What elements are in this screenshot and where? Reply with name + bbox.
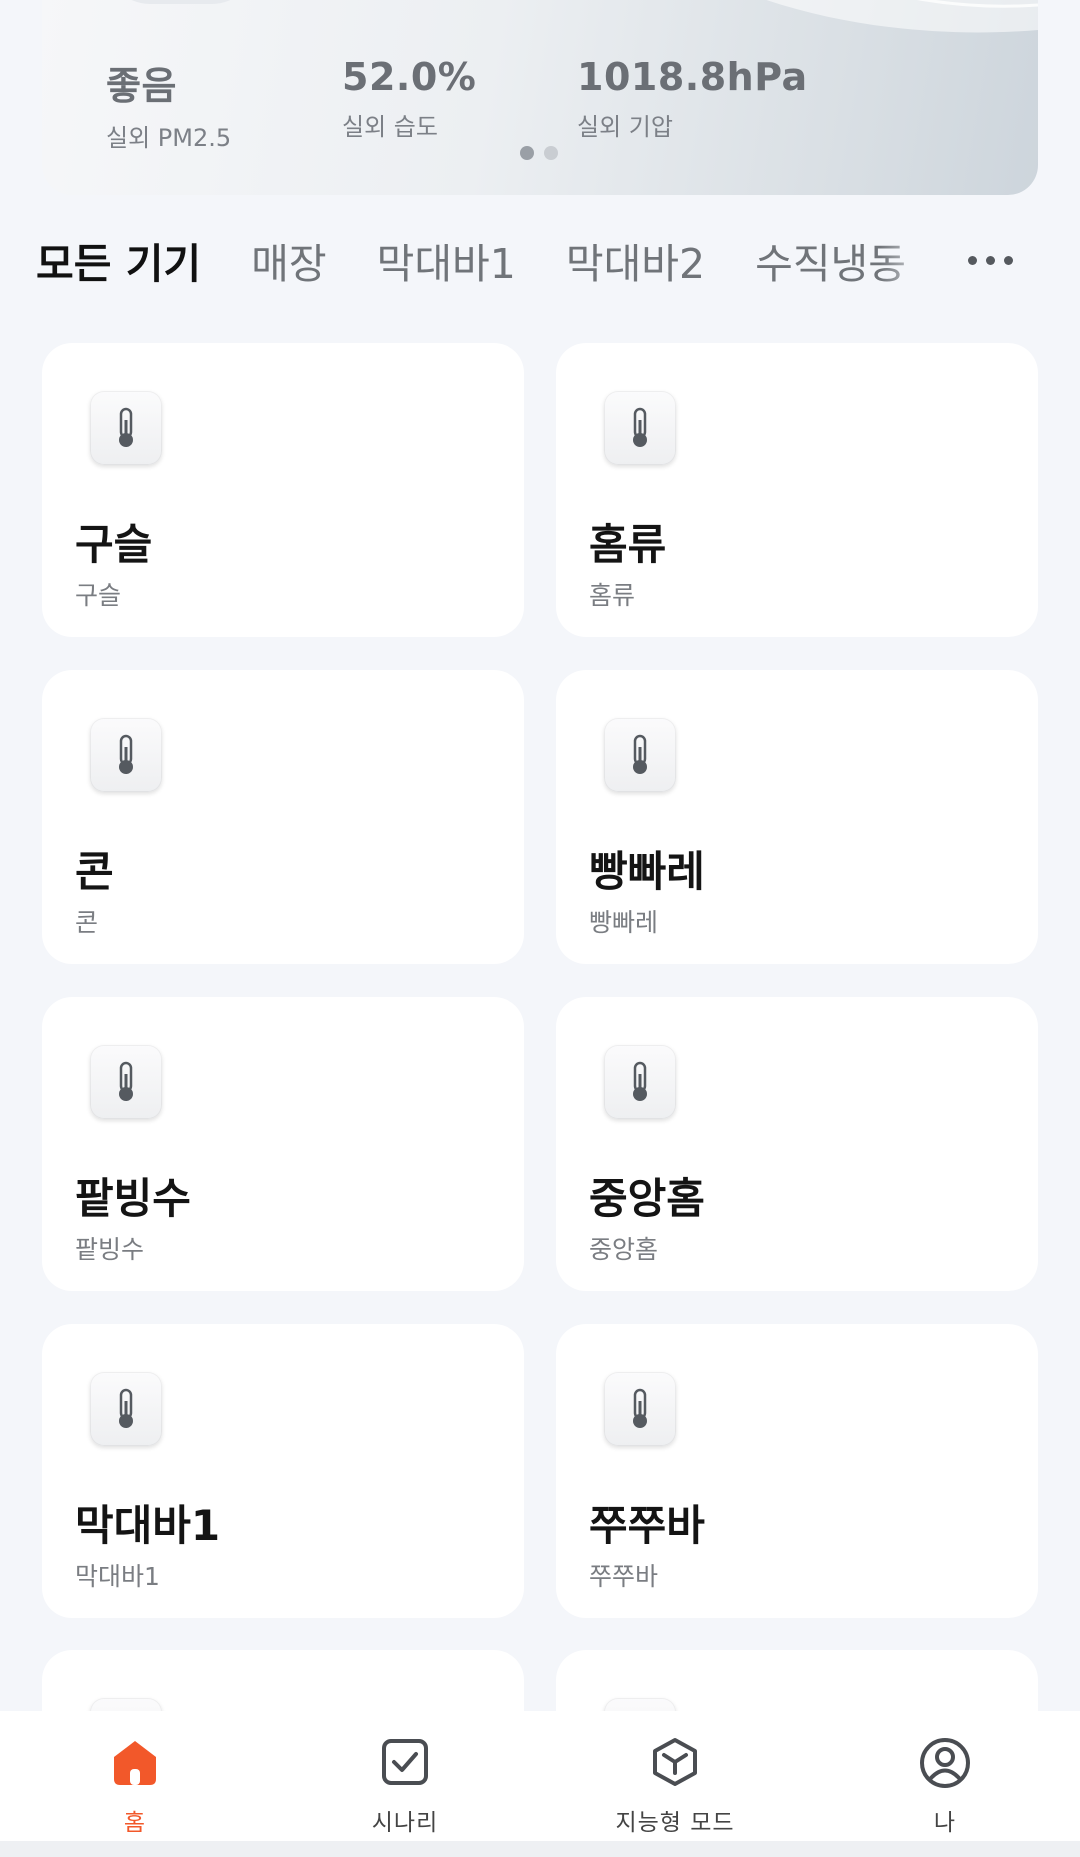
device-card[interactable]: 팥빙수 팥빙수	[42, 997, 524, 1291]
more-dot	[985, 255, 995, 265]
thermometer-icon	[90, 391, 162, 465]
system-bar	[0, 1841, 1080, 1857]
nav-smart-mode[interactable]: 지능형 모드	[540, 1711, 810, 1841]
thermometer-icon	[90, 718, 162, 792]
device-room: 빵빠레	[589, 908, 659, 937]
device-name: 빵빠레	[589, 847, 705, 896]
card-top-decoration	[106, 0, 256, 4]
cube-icon	[653, 1738, 697, 1786]
device-room: 콘	[75, 908, 99, 937]
nav-home-label: 홈	[123, 1810, 147, 1836]
device-room: 구슬	[75, 581, 122, 610]
home-screen: 좋음 실외 PM2.5 52.0% 실외 습도 1018.8hPa 실외 기압 …	[0, 0, 1080, 1857]
pressure-stat: 1018.8hPa 실외 기압	[577, 55, 808, 142]
room-tabs: 모든 기기 매장 막대바1 막대바2 수직냉동 쭈	[36, 225, 946, 295]
carousel-dot[interactable]	[544, 146, 558, 160]
nav-smart-mode-label: 지능형 모드	[615, 1810, 735, 1836]
user-icon	[920, 1738, 970, 1788]
pressure-label: 실외 기압	[577, 113, 673, 141]
humidity-value: 52.0%	[342, 55, 477, 99]
nav-home[interactable]: 홈	[0, 1711, 270, 1841]
carousel-indicator	[520, 146, 558, 160]
device-card[interactable]: 구슬 구슬	[42, 343, 524, 637]
device-card[interactable]: 중앙홈 중앙홈	[556, 997, 1038, 1291]
more-tabs-button[interactable]	[960, 238, 1020, 282]
device-room: 팥빙수	[75, 1235, 145, 1264]
device-card[interactable]: 홈류 홈류	[556, 343, 1038, 637]
device-name: 막대바1	[75, 1501, 221, 1550]
more-dot	[1003, 255, 1013, 265]
tab-makdaebar1[interactable]: 막대바1	[377, 230, 516, 290]
device-name: 쭈쭈바	[589, 1501, 705, 1550]
humidity-label: 실외 습도	[342, 113, 438, 141]
humidity-stat: 52.0% 실외 습도	[342, 55, 476, 142]
thermometer-icon	[90, 1372, 162, 1446]
pm25-label: 실외 PM2.5	[106, 124, 232, 152]
device-room: 중앙홈	[589, 1235, 659, 1264]
bottom-navigation: 홈 시나리 지능형 모드 나	[0, 1711, 1080, 1841]
weather-summary-card[interactable]: 좋음 실외 PM2.5 52.0% 실외 습도 1018.8hPa 실외 기압	[42, 0, 1038, 195]
home-icon	[114, 1741, 156, 1785]
device-room: 쭈쭈바	[589, 1562, 659, 1591]
device-card[interactable]: 빵빠레 빵빠레	[556, 670, 1038, 964]
device-room: 홈류	[589, 581, 636, 610]
device-name: 중앙홈	[589, 1174, 705, 1223]
nav-me-label: 나	[933, 1810, 957, 1836]
more-dots-icon	[967, 255, 977, 265]
device-name: 팥빙수	[75, 1174, 191, 1223]
device-name: 홈류	[589, 520, 667, 569]
thermometer-icon	[604, 718, 676, 792]
nav-scenario[interactable]: 시나리	[270, 1711, 540, 1841]
pressure-value: 1018.8hPa	[577, 55, 808, 99]
tab-makdaebar2[interactable]: 막대바2	[566, 230, 705, 290]
pm25-value: 좋음	[106, 64, 177, 108]
device-name: 구슬	[75, 520, 153, 569]
pm25-stat: 좋음 실외 PM2.5	[106, 55, 231, 153]
thermometer-icon	[604, 1045, 676, 1119]
device-card[interactable]: 쭈쭈바 쭈쭈바	[556, 1324, 1038, 1618]
device-room: 막대바1	[75, 1562, 160, 1591]
tab-store[interactable]: 매장	[251, 230, 326, 290]
device-card[interactable]: 콘콘	[42, 670, 524, 964]
thermometer-icon	[604, 1372, 676, 1446]
carousel-dot-active[interactable]	[520, 146, 534, 160]
thermometer-icon	[90, 1045, 162, 1119]
checkbox-icon	[382, 1739, 428, 1785]
nav-scenario-label: 시나리	[371, 1810, 439, 1836]
tab-all-devices[interactable]: 모든 기기	[36, 230, 201, 290]
device-name: 콘	[75, 847, 114, 896]
tabs-fade-overlay	[880, 225, 960, 295]
nav-me[interactable]: 나	[810, 1711, 1080, 1841]
thermometer-icon	[604, 391, 676, 465]
device-card[interactable]: 막대바1 막대바1	[42, 1324, 524, 1618]
